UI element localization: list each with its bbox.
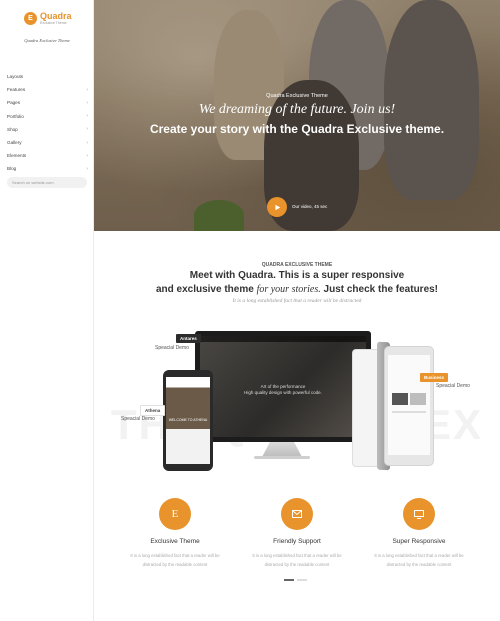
chevron-right-icon: ›	[86, 86, 88, 93]
monitor-navbar	[200, 336, 366, 342]
features-section: THE QUADRA EX QUADRA EXCLUSIVE THEME Mee…	[94, 231, 500, 621]
feature-description: It is a long established fact that a rea…	[130, 553, 220, 567]
sidebar-item-label: Blog	[7, 166, 17, 172]
sidebar-item-label: Gallery	[7, 140, 22, 146]
sidebar-item-portfolio[interactable]: Portfolio ›	[7, 110, 88, 123]
sidebar-tagline: Quadra Exclusive Theme	[24, 38, 70, 43]
sidebar-item-label: Portfolio	[7, 113, 24, 119]
monitor-text: Art of the performance High quality desig…	[200, 384, 366, 396]
sidebar-item-shop[interactable]: Shop ›	[7, 123, 88, 136]
chevron-right-icon: ›	[86, 152, 88, 159]
callout-antares-sub: Speacial Demo	[155, 345, 189, 351]
hero: Quadra Exclusive Theme We dreaming of th…	[94, 0, 500, 231]
logo-subtitle: Exclusive Theme	[40, 21, 67, 25]
pager-dot[interactable]	[284, 579, 294, 581]
monitor-icon	[403, 498, 435, 530]
heading-text: and exclusive theme	[155, 284, 257, 295]
logo-text: Quadra Exclusive Theme	[40, 12, 72, 26]
sidebar-item-elements[interactable]: Elements ›	[7, 149, 88, 162]
search-input[interactable]	[7, 177, 87, 188]
hero-script-heading: We dreaming of the future. Join us!	[198, 102, 396, 117]
monitor-screen: Art of the performance High quality desig…	[200, 336, 366, 437]
feature-super-responsive: Super Responsive It is a long establishe…	[359, 498, 479, 569]
sidebar-item-layouts[interactable]: Layouts	[7, 70, 88, 83]
heading-text: Just check the features!	[320, 284, 439, 295]
logo-name: Quadra	[40, 11, 72, 21]
feature-description: It is a long established fact that a rea…	[252, 553, 342, 567]
chevron-right-icon: ›	[86, 113, 88, 120]
feature-friendly-support: Friendly Support It is a long establishe…	[237, 498, 357, 569]
tablet-mockup	[384, 346, 434, 466]
sidebar-item-pages[interactable]: Pages ›	[7, 96, 88, 109]
sidebar: E Quadra Exclusive Theme Quadra Exclusiv…	[0, 0, 94, 621]
exclusive-theme-icon: E	[159, 498, 191, 530]
pager-dot[interactable]	[297, 579, 307, 581]
section-heading-line1: Meet with Quadra. This is a super respon…	[189, 270, 405, 281]
play-button[interactable]	[267, 197, 287, 217]
phone-text: WELCOME TO ATHENA	[168, 418, 208, 422]
feature-exclusive-theme: E Exclusive Theme It is a long establish…	[115, 498, 235, 569]
feature-title: Super Responsive	[392, 538, 446, 545]
chevron-right-icon: ›	[86, 99, 88, 106]
sidebar-item-label: Shop	[7, 126, 18, 132]
tablet-image	[392, 393, 408, 405]
sidebar-item-label: Pages	[7, 100, 21, 106]
feature-title: Friendly Support	[273, 538, 321, 545]
tablet-image	[410, 393, 426, 405]
sidebar-item-gallery[interactable]: Gallery ›	[7, 136, 88, 149]
tablet-screen	[388, 355, 430, 455]
chevron-right-icon: ›	[86, 165, 88, 172]
monitor-line: Art of the performance	[260, 384, 306, 389]
logo-icon: E	[24, 12, 37, 26]
monitor-mockup: Art of the performance High quality desig…	[195, 331, 371, 442]
callout-antares[interactable]: Antares	[176, 334, 201, 343]
sidebar-item-label: Elements	[7, 153, 27, 159]
hero-kicker: Quadra Exclusive Theme	[266, 93, 328, 99]
feature-description: It is a long established fact that a rea…	[374, 553, 464, 567]
callout-athena-sub: Speacial Demo	[121, 416, 155, 422]
feature-title: Exclusive Theme	[150, 538, 200, 545]
monitor-line: High quality design with powerful code.	[244, 390, 322, 395]
heading-serif-text: for your stories.	[256, 284, 321, 295]
video-label: Our video, 45 sec	[292, 204, 328, 209]
tablet-image	[392, 411, 426, 413]
mail-icon	[281, 498, 313, 530]
section-lead: It is a long established fact that a rea…	[232, 298, 362, 304]
callout-athena[interactable]: Athena	[140, 405, 166, 416]
logo[interactable]: E Quadra Exclusive Theme	[24, 12, 72, 26]
monitor-stand-base	[254, 456, 310, 459]
phone-mockup: WELCOME TO ATHENA	[163, 370, 213, 471]
section-heading-line2: and exclusive theme for your stories. Ju…	[94, 284, 500, 295]
chevron-right-icon: ›	[86, 139, 88, 146]
play-icon	[274, 204, 280, 210]
carousel-pager	[284, 579, 307, 581]
chevron-right-icon: ›	[86, 126, 88, 133]
sidebar-item-label: Layouts	[7, 74, 24, 80]
sidebar-nav: Layouts Features › Pages › Portfolio › Shop…	[7, 70, 88, 176]
sidebar-item-features[interactable]: Features ›	[7, 83, 88, 96]
callout-business[interactable]: Business	[420, 373, 449, 382]
sidebar-item-blog[interactable]: Blog ›	[7, 162, 88, 175]
sidebar-item-label: Features	[7, 87, 26, 93]
section-kicker: QUADRA EXCLUSIVE THEME	[261, 262, 333, 268]
hero-title: Create your story with the Quadra Exclus…	[149, 122, 445, 136]
callout-business-sub: Speacial Demo	[436, 383, 470, 389]
